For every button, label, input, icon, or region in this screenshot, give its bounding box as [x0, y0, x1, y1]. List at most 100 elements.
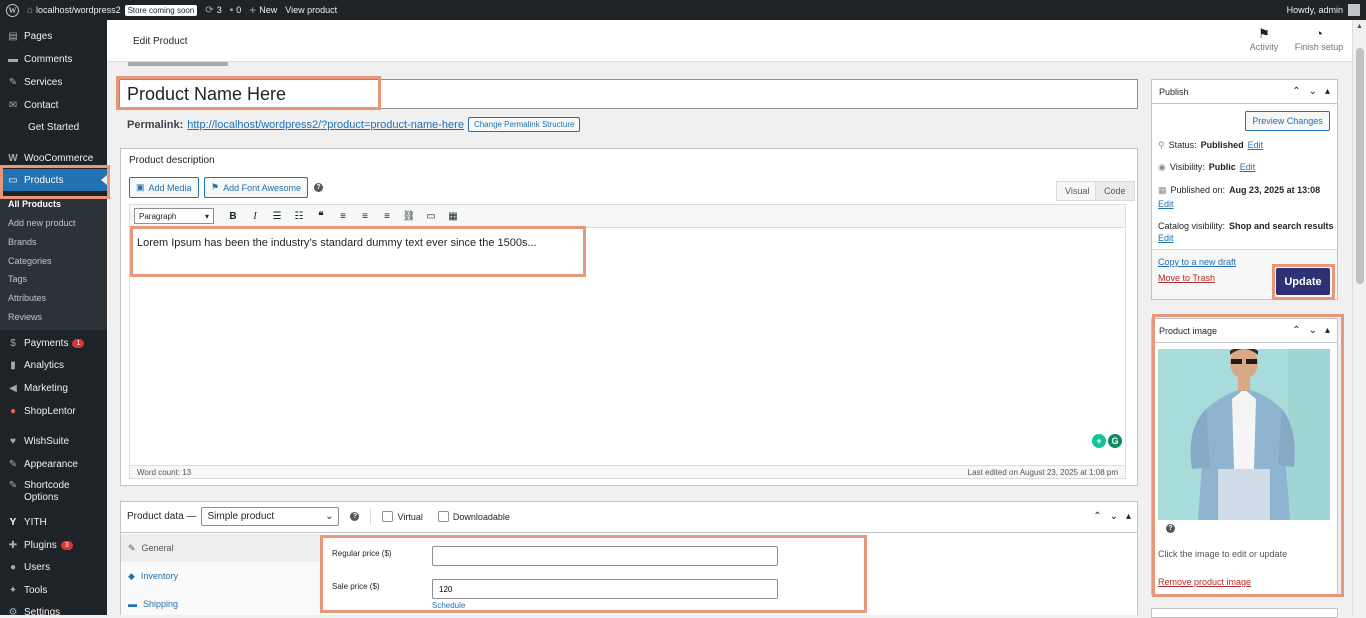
submenu-attributes[interactable]: Attributes — [8, 293, 46, 303]
sidebar-item-analytics[interactable]: ▮ Analytics — [0, 354, 107, 376]
store-status-badge[interactable]: Store coming soon — [124, 4, 198, 16]
move-up-icon[interactable]: ⌃ — [1292, 325, 1300, 336]
new-content-link[interactable]: + New — [245, 0, 281, 20]
toggle-panel-icon[interactable]: ▴ — [1126, 511, 1131, 522]
link-icon[interactable]: ⛓ — [398, 211, 420, 222]
sidebar-item-settings[interactable]: ⚙ Settings — [0, 601, 107, 616]
tag-icon: ◆ — [128, 570, 135, 581]
align-left-icon[interactable]: ≡ — [332, 211, 354, 222]
change-permalink-button[interactable]: Change Permalink Structure — [467, 117, 581, 132]
sale-price-input[interactable] — [432, 579, 778, 599]
scroll-up-icon[interactable]: ▲ — [1356, 23, 1363, 30]
preview-changes-button[interactable]: Preview Changes — [1245, 111, 1330, 131]
tab-general[interactable]: ✎ General — [121, 534, 321, 562]
virtual-checkbox[interactable]: Virtual — [382, 511, 423, 522]
toggle-panel-icon[interactable]: ▴ — [1325, 86, 1330, 97]
italic-icon[interactable]: I — [244, 211, 266, 222]
grammarly-plus-icon[interactable]: + — [1092, 434, 1106, 448]
sidebar-item-wishsuite[interactable]: ♥ WishSuite — [0, 430, 107, 452]
sidebar-item-plugins[interactable]: ✚ Plugins 3 — [0, 534, 107, 556]
published-on-edit-link[interactable]: Edit — [1158, 199, 1174, 209]
move-up-icon[interactable]: ⌃ — [1093, 511, 1101, 522]
submenu-reviews[interactable]: Reviews — [8, 312, 42, 322]
help-icon[interactable]: ? — [314, 183, 323, 192]
catalog-visibility-edit-link[interactable]: Edit — [1158, 233, 1174, 243]
description-heading: Product description — [129, 155, 215, 166]
page-scrollbar[interactable]: ▲ — [1352, 20, 1366, 615]
tab-visual[interactable]: Visual — [1056, 181, 1099, 201]
paragraph-format-select[interactable]: Paragraph ▾ — [134, 208, 214, 224]
updates-link[interactable]: ⟳ 3 — [201, 0, 225, 20]
tab-code[interactable]: Code — [1095, 181, 1135, 201]
numbered-list-icon[interactable]: ☷ — [288, 211, 310, 222]
submenu-add-new-product[interactable]: Add new product — [8, 218, 76, 228]
move-up-icon[interactable]: ⌃ — [1292, 86, 1300, 97]
move-to-trash-link[interactable]: Move to Trash — [1158, 273, 1215, 283]
sidebar-item-payments[interactable]: $ Payments 1 — [0, 332, 107, 354]
toggle-panel-icon[interactable]: ▴ — [1325, 325, 1330, 336]
submenu-tags[interactable]: Tags — [8, 274, 27, 284]
blockquote-icon[interactable]: ❝ — [310, 211, 332, 222]
bold-icon[interactable]: B — [222, 211, 244, 222]
submenu-brands[interactable]: Brands — [8, 237, 37, 247]
finish-setup-button[interactable]: ◔ Finish setup — [1293, 26, 1345, 52]
sidebar-item-services[interactable]: ✎ Services — [0, 71, 107, 93]
product-type-select[interactable]: Simple product ⌄ — [201, 507, 340, 526]
update-button[interactable]: Update — [1276, 268, 1330, 295]
sidebar-item-products[interactable]: ▭ Products — [0, 169, 107, 191]
copy-to-draft-link[interactable]: Copy to a new draft — [1158, 257, 1236, 267]
pin-icon: ⚲ — [1158, 140, 1165, 150]
read-more-icon[interactable]: ▭ — [420, 211, 442, 222]
submenu-categories[interactable]: Categories — [8, 256, 52, 266]
appearance-icon: ✎ — [8, 458, 18, 470]
sidebar-item-shoplentor[interactable]: ● ShopLentor — [0, 400, 107, 422]
sidebar-item-get-started[interactable]: Get Started — [0, 116, 107, 138]
sidebar-item-marketing[interactable]: ◀ Marketing — [0, 377, 107, 399]
status-edit-link[interactable]: Edit — [1248, 140, 1264, 151]
regular-price-input[interactable] — [432, 546, 778, 566]
align-right-icon[interactable]: ≡ — [376, 211, 398, 222]
downloadable-checkbox[interactable]: Downloadable — [437, 511, 510, 522]
tab-inventory[interactable]: ◆ Inventory — [121, 562, 321, 590]
grammarly-widget[interactable]: + G — [1092, 434, 1122, 448]
scrollbar-thumb[interactable] — [1356, 48, 1364, 284]
sidebar-item-users[interactable]: ● Users — [0, 556, 107, 578]
remove-product-image-link[interactable]: Remove product image — [1158, 577, 1251, 587]
tools-icon: ✦ — [8, 584, 18, 596]
sidebar-item-pages[interactable]: ▤ Pages — [0, 25, 107, 47]
bullet-list-icon[interactable]: ☰ — [266, 211, 288, 222]
visibility-edit-link[interactable]: Edit — [1240, 162, 1256, 173]
view-product-link[interactable]: View product — [281, 0, 341, 20]
sidebar-item-shortcode-options[interactable]: ✎ Shortcode Options — [0, 480, 107, 510]
sidebar-item-woocommerce[interactable]: W WooCommerce — [0, 147, 107, 169]
help-icon[interactable]: ? — [350, 512, 360, 521]
home-icon: ⌂ — [27, 4, 34, 16]
sidebar-item-tools[interactable]: ✦ Tools — [0, 579, 107, 601]
wp-logo-menu[interactable]: W — [0, 0, 23, 20]
activity-button[interactable]: ⚑ Activity — [1247, 26, 1281, 52]
product-image[interactable] — [1158, 349, 1330, 520]
submenu-all-products[interactable]: All Products — [8, 199, 61, 209]
help-icon[interactable]: ? — [1166, 524, 1175, 533]
tab-shipping[interactable]: ▬ Shipping — [121, 590, 321, 618]
sidebar-item-appearance[interactable]: ✎ Appearance — [0, 453, 107, 475]
schedule-link[interactable]: Schedule — [432, 601, 465, 610]
add-font-awesome-button[interactable]: ⚑ Add Font Awesome — [204, 177, 308, 198]
site-name-link[interactable]: ⌂ localhost/wordpress2 Store coming soon — [23, 0, 201, 20]
editor-content-area[interactable] — [129, 229, 1126, 465]
sidebar-item-contact[interactable]: ✉ Contact — [0, 94, 107, 116]
sidebar-item-yith[interactable]: Y YITH — [0, 511, 107, 533]
permalink-url-link[interactable]: http://localhost/wordpress2/?product=pro… — [187, 119, 464, 131]
align-center-icon[interactable]: ≡ — [354, 211, 376, 222]
toolbar-toggle-icon[interactable]: ▦ — [442, 211, 464, 222]
comments-link[interactable]: ▪ 0 — [226, 0, 246, 20]
my-account[interactable]: Howdy, admin — [1287, 0, 1360, 20]
move-down-icon[interactable]: ⌄ — [1309, 325, 1317, 336]
grammarly-icon[interactable]: G — [1108, 434, 1122, 448]
move-down-icon[interactable]: ⌄ — [1110, 511, 1118, 522]
sidebar-item-comments[interactable]: ▬ Comments — [0, 48, 107, 70]
move-down-icon[interactable]: ⌄ — [1309, 86, 1317, 97]
product-name-input[interactable] — [119, 79, 1138, 109]
admin-bar: W ⌂ localhost/wordpress2 Store coming so… — [0, 0, 1366, 20]
add-media-button[interactable]: ▣ Add Media — [129, 177, 199, 198]
